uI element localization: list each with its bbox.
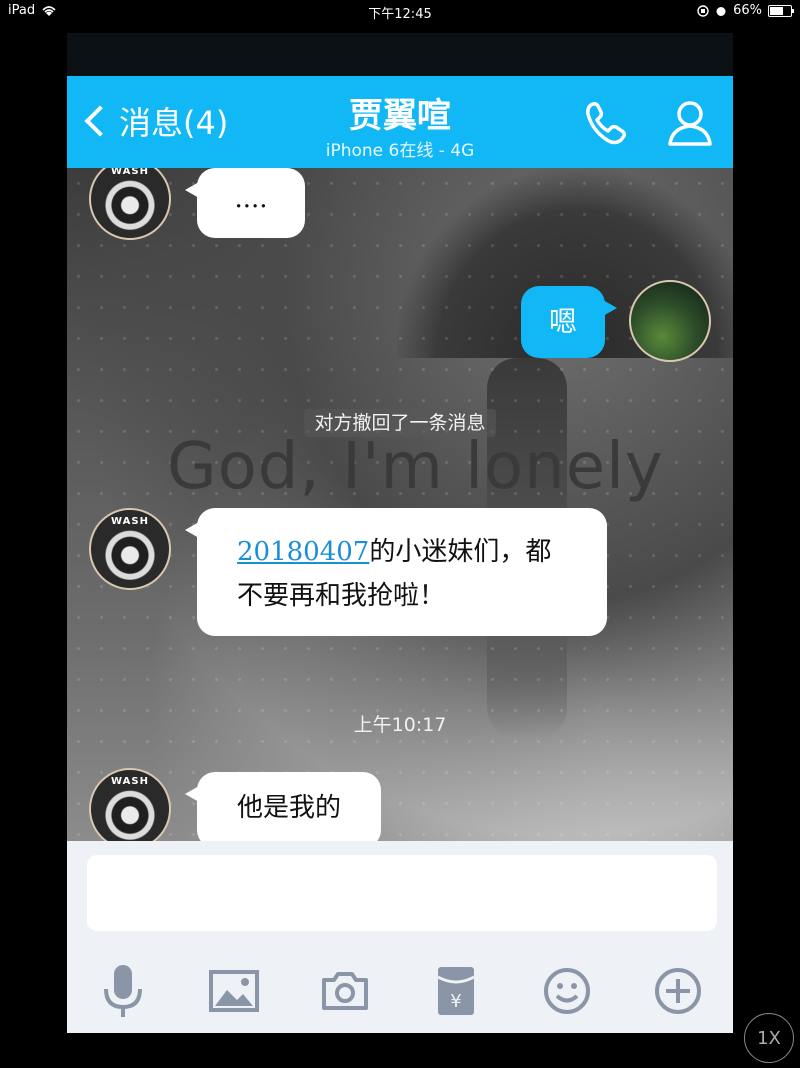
my-avatar[interactable] bbox=[629, 280, 711, 362]
message-link[interactable]: 20180407 bbox=[237, 537, 369, 567]
contact-status: iPhone 6在线 - 4G bbox=[325, 141, 475, 161]
camera-icon bbox=[321, 972, 368, 1010]
message-text: 他是我的 bbox=[236, 793, 341, 823]
timestamp-text: 上午10:17 bbox=[353, 714, 447, 736]
timestamp: 上午10:17 bbox=[67, 710, 733, 737]
chat-app: 消息(4) 贾翼喧 iPhone 6在线 - 4G WASH .... 嗯 对方… bbox=[67, 33, 733, 1033]
nav-bar: 消息(4) 贾翼喧 iPhone 6在线 - 4G bbox=[67, 76, 733, 168]
smiley-icon bbox=[543, 968, 590, 1014]
voice-button[interactable] bbox=[93, 961, 153, 1021]
camera-button[interactable] bbox=[315, 961, 375, 1021]
red-packet-icon: ¥ bbox=[436, 967, 475, 1015]
svg-text:¥: ¥ bbox=[450, 991, 461, 1012]
input-bar: ¥ bbox=[67, 841, 733, 1033]
avatar-label: WASH bbox=[111, 516, 149, 527]
message-line-1: 20180407的小迷妹们，都 bbox=[237, 530, 607, 574]
message-line-2: 不要再和我抢啦！ bbox=[237, 581, 446, 611]
avatar-label: WASH bbox=[111, 168, 149, 177]
red-packet-button[interactable]: ¥ bbox=[426, 961, 486, 1021]
chat-area[interactable]: WASH .... 嗯 对方撤回了一条消息 God, I'm lonely WA… bbox=[67, 168, 733, 841]
contact-avatar[interactable]: WASH bbox=[89, 508, 171, 590]
message-text: 的小迷妹们，都 bbox=[369, 537, 552, 567]
input-toolbar: ¥ bbox=[67, 951, 733, 1031]
battery-icon bbox=[768, 4, 794, 17]
message-bubble[interactable]: 20180407的小迷妹们，都 不要再和我抢啦！ bbox=[185, 508, 607, 636]
orientation-lock-icon bbox=[697, 4, 709, 17]
plus-circle-icon bbox=[654, 968, 701, 1014]
app-top-band bbox=[67, 33, 733, 76]
background-overlay-text: God, I'm lonely bbox=[167, 430, 664, 504]
image-icon bbox=[208, 970, 259, 1012]
message-text: .... bbox=[234, 184, 268, 214]
alarm-icon bbox=[716, 6, 726, 16]
message-text: 嗯 bbox=[548, 305, 577, 338]
more-button[interactable] bbox=[648, 961, 708, 1021]
contact-avatar[interactable]: WASH bbox=[89, 768, 171, 841]
my-message-bubble[interactable]: 嗯 bbox=[521, 286, 617, 358]
status-right: 66% bbox=[697, 3, 794, 18]
background-raindrops bbox=[67, 168, 733, 841]
avatar-label: WASH bbox=[111, 776, 149, 787]
image-button[interactable] bbox=[204, 961, 264, 1021]
message-input[interactable] bbox=[87, 855, 717, 931]
battery-percent: 66% bbox=[733, 3, 762, 18]
contact-name: 贾翼喧 bbox=[349, 96, 451, 136]
message-bubble[interactable]: .... bbox=[185, 168, 305, 238]
profile-icon[interactable] bbox=[663, 96, 717, 150]
microphone-icon bbox=[103, 965, 142, 1017]
status-bar: iPad 下午12:45 66% bbox=[0, 0, 800, 22]
emoji-button[interactable] bbox=[537, 961, 597, 1021]
zoom-badge[interactable]: 1X bbox=[744, 1013, 794, 1063]
status-time: 下午12:45 bbox=[368, 7, 432, 22]
phone-call-icon[interactable] bbox=[579, 96, 633, 150]
message-bubble[interactable]: 他是我的 bbox=[185, 772, 381, 841]
